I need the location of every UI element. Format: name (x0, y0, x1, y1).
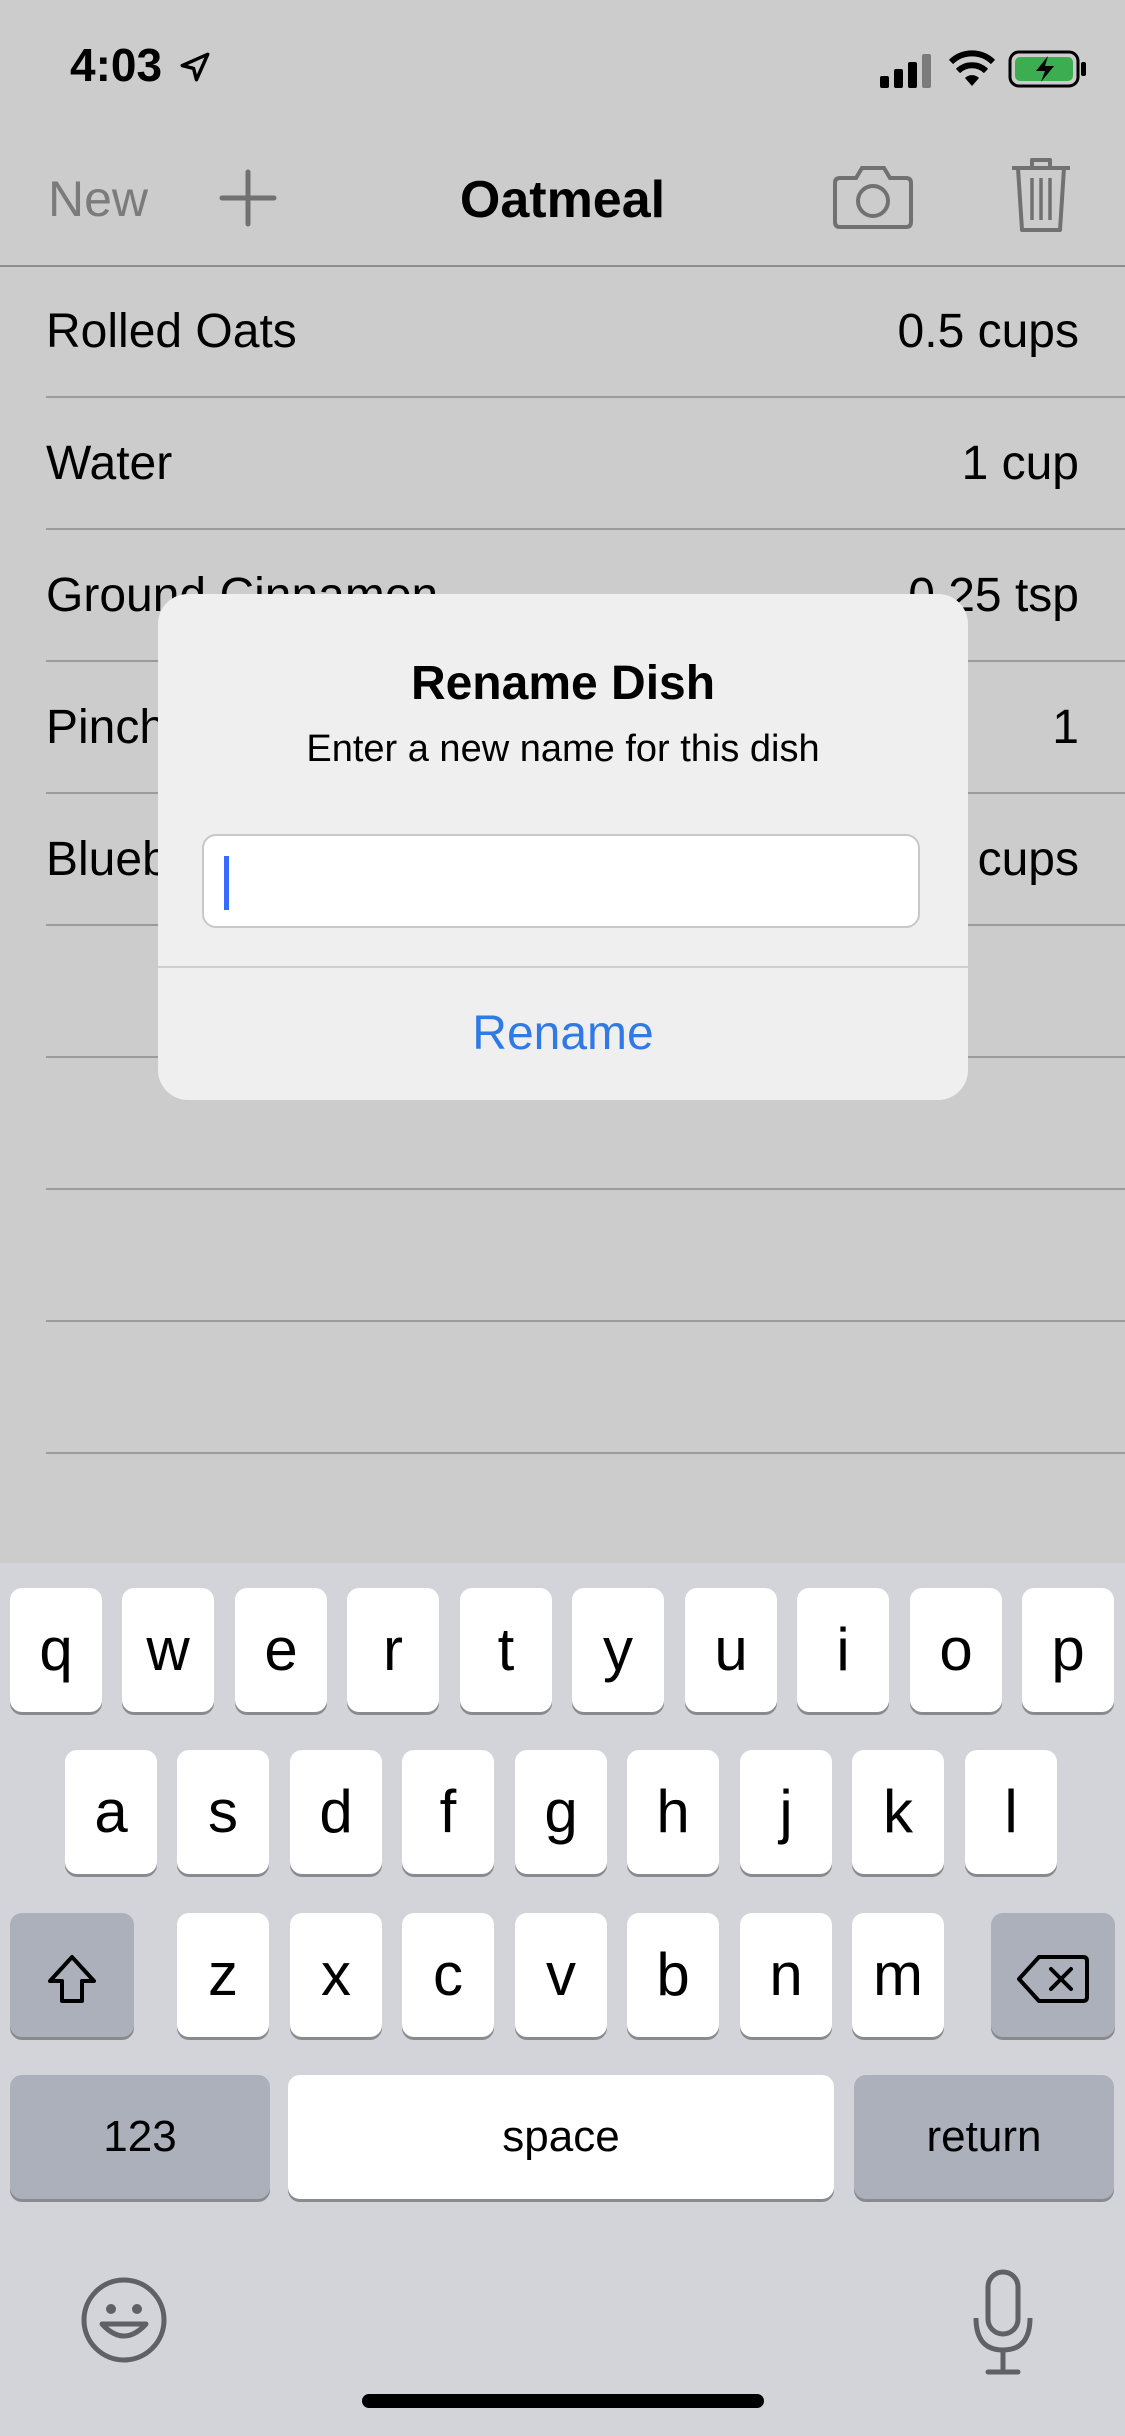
space-key[interactable]: space (288, 2075, 834, 2199)
emoji-icon[interactable] (80, 2276, 168, 2364)
microphone-icon[interactable] (968, 2268, 1038, 2376)
shift-key[interactable] (10, 1913, 134, 2037)
key-b[interactable]: b (627, 1913, 719, 2037)
key-z[interactable]: z (177, 1913, 269, 2037)
key-o[interactable]: o (910, 1588, 1002, 1712)
key-c[interactable]: c (402, 1913, 494, 2037)
dish-name-input[interactable] (202, 834, 920, 928)
delete-key[interactable] (991, 1913, 1115, 2037)
key-s[interactable]: s (177, 1750, 269, 1874)
key-t[interactable]: t (460, 1588, 552, 1712)
delete-icon (1017, 1955, 1089, 2004)
key-e[interactable]: e (235, 1588, 327, 1712)
key-x[interactable]: x (290, 1913, 382, 2037)
key-i[interactable]: i (797, 1588, 889, 1712)
return-key[interactable]: return (854, 2075, 1114, 2199)
key-g[interactable]: g (515, 1750, 607, 1874)
alert-message: Enter a new name for this dish (306, 728, 820, 770)
text-cursor (224, 856, 229, 910)
key-a[interactable]: a (65, 1750, 157, 1874)
key-l[interactable]: l (965, 1750, 1057, 1874)
key-p[interactable]: p (1022, 1588, 1114, 1712)
key-k[interactable]: k (852, 1750, 944, 1874)
alert-title: Rename Dish (410, 657, 716, 710)
key-q[interactable]: q (10, 1588, 102, 1712)
key-h[interactable]: h (627, 1750, 719, 1874)
rename-alert: Rename Dish Enter a new name for this di… (158, 594, 968, 1100)
key-y[interactable]: y (572, 1588, 664, 1712)
key-m[interactable]: m (852, 1913, 944, 2037)
key-d[interactable]: d (290, 1750, 382, 1874)
home-indicator[interactable] (362, 2394, 764, 2408)
key-r[interactable]: r (347, 1588, 439, 1712)
key-u[interactable]: u (685, 1588, 777, 1712)
key-f[interactable]: f (402, 1750, 494, 1874)
keyboard: q w e r t y u i o p a s d f g h j k l z … (0, 1563, 1125, 2436)
key-v[interactable]: v (515, 1913, 607, 2037)
rename-button[interactable]: Rename (158, 968, 968, 1100)
shift-icon (48, 1955, 96, 2004)
key-j[interactable]: j (740, 1750, 832, 1874)
key-w[interactable]: w (122, 1588, 214, 1712)
key-n[interactable]: n (740, 1913, 832, 2037)
numbers-key[interactable]: 123 (10, 2075, 270, 2199)
